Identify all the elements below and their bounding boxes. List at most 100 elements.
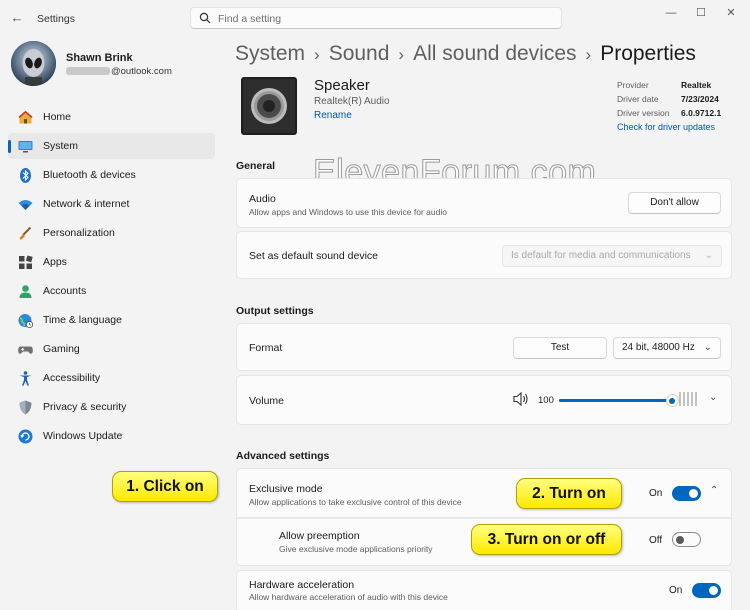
exclusive-mode-title: Exclusive mode: [249, 483, 323, 495]
avatar[interactable]: [11, 41, 56, 86]
driver-date-label: Driver date: [617, 94, 659, 104]
volume-value: 100: [538, 395, 554, 406]
globe-clock-icon: [18, 314, 34, 329]
volume-expand-chevron-icon[interactable]: ⌄: [709, 392, 717, 403]
wifi-icon: [18, 200, 33, 210]
alien-avatar-icon: [11, 41, 56, 86]
sidebar-nav: Home System Bluetooth & devices Network …: [8, 104, 215, 452]
advanced-heading: Advanced settings: [236, 450, 330, 462]
sidebar-item-personalization[interactable]: Personalization: [8, 220, 215, 246]
callout-turn-on-or-off: 3. Turn on or off: [471, 524, 622, 555]
check-driver-updates-link[interactable]: Check for driver updates: [617, 122, 715, 132]
close-button[interactable]: ✕: [716, 6, 746, 20]
active-indicator: [8, 140, 11, 153]
email-redaction: [66, 67, 110, 75]
hardware-acceleration-state: On: [669, 585, 683, 596]
sidebar-item-label: Accounts: [43, 285, 87, 297]
format-value: 24 bit, 48000 Hz: [622, 342, 695, 353]
chevron-down-icon: ⌄: [703, 342, 712, 353]
sidebar-item-label: Personalization: [43, 227, 115, 239]
speaker-volume-icon[interactable]: [513, 392, 529, 406]
sidebar-item-gaming[interactable]: Gaming: [8, 336, 215, 362]
provider-value: Realtek: [681, 80, 712, 90]
audio-title: Audio: [249, 193, 276, 205]
sidebar-item-label: Bluetooth & devices: [43, 169, 136, 181]
exclusive-mode-toggle[interactable]: [672, 486, 701, 501]
volume-title: Volume: [249, 395, 285, 407]
sidebar-item-time-language[interactable]: Time & language: [8, 307, 215, 333]
default-device-card: Set as default sound device Is default f…: [236, 231, 732, 279]
sidebar-item-label: Accessibility: [43, 372, 101, 384]
format-dropdown[interactable]: 24 bit, 48000 Hz ⌄: [613, 337, 721, 359]
device-name: Speaker: [314, 77, 370, 94]
general-heading: General: [236, 160, 276, 172]
hardware-acceleration-toggle[interactable]: [692, 583, 721, 598]
volume-card: Volume 100 ⌄: [236, 375, 732, 425]
exclusive-mode-card[interactable]: Exclusive mode Allow applications to tak…: [236, 468, 732, 518]
app-title: Settings: [37, 13, 75, 25]
minimize-button[interactable]: —: [656, 6, 686, 20]
dont-allow-button[interactable]: Don't allow: [628, 192, 721, 214]
callout-click-on: 1. Click on: [112, 471, 218, 502]
breadcrumb-system[interactable]: System: [235, 42, 305, 65]
gamepad-icon: [18, 346, 33, 354]
apps-icon: [19, 255, 33, 269]
sidebar-item-label: Home: [43, 111, 72, 123]
back-arrow-icon[interactable]: ←: [6, 9, 28, 27]
breadcrumb: System › Sound › All sound devices › Propertie…: [235, 42, 696, 66]
sidebar-item-home[interactable]: Home: [8, 104, 215, 130]
driver-version-value: 6.0.9712.1: [681, 108, 722, 118]
allow-preemption-title: Allow preemption: [279, 530, 360, 542]
breadcrumb-separator: ›: [314, 45, 320, 64]
breadcrumb-separator: ›: [585, 45, 592, 64]
chevron-up-icon[interactable]: ⌃: [710, 485, 718, 496]
profile-name: Shawn Brink: [66, 52, 133, 64]
search-input[interactable]: Find a setting: [190, 7, 562, 29]
person-icon: [19, 285, 32, 298]
sidebar-item-accessibility[interactable]: Accessibility: [8, 365, 215, 391]
audio-desc: Allow apps and Windows to use this devic…: [249, 207, 447, 217]
sidebar-item-label: Apps: [43, 256, 67, 268]
sidebar-item-label: Time & language: [43, 314, 122, 326]
breadcrumb-sound[interactable]: Sound: [329, 42, 390, 65]
sidebar-item-system[interactable]: System: [8, 133, 215, 159]
volume-meter: [679, 392, 701, 406]
driver-version-label: Driver version: [617, 108, 670, 118]
home-icon: [18, 110, 33, 124]
callout-text: 1. Click on: [126, 478, 204, 495]
profile-email: @outlook.com: [66, 66, 172, 77]
volume-slider-track[interactable]: [559, 394, 679, 407]
sidebar-item-apps[interactable]: Apps: [8, 249, 215, 275]
sidebar-item-bluetooth-devices[interactable]: Bluetooth & devices: [8, 162, 215, 188]
device-subtitle: Realtek(R) Audio: [314, 96, 390, 107]
breadcrumb-separator: ›: [398, 45, 405, 64]
exclusive-mode-desc: Allow applications to take exclusive con…: [249, 497, 462, 507]
title-bar: ← Settings Find a setting — ☐ ✕: [0, 0, 750, 36]
bluetooth-icon: [20, 168, 31, 183]
test-button[interactable]: Test: [513, 337, 607, 359]
sidebar-item-network-internet[interactable]: Network & internet: [8, 191, 215, 217]
hardware-acceleration-title: Hardware acceleration: [249, 579, 355, 591]
allow-preemption-toggle[interactable]: [672, 532, 701, 547]
hardware-acceleration-desc: Allow hardware acceleration of audio wit…: [249, 592, 448, 602]
output-heading: Output settings: [236, 305, 314, 317]
format-card: Format Test 24 bit, 48000 Hz ⌄: [236, 323, 732, 371]
volume-slider-thumb[interactable]: [665, 394, 679, 407]
chevron-down-icon: ⌄: [704, 250, 713, 261]
callout-text: 2. Turn on: [532, 485, 606, 502]
rename-link[interactable]: Rename: [314, 110, 352, 121]
email-suffix: @outlook.com: [111, 66, 172, 77]
default-device-title: Set as default sound device: [249, 250, 379, 262]
default-device-dropdown[interactable]: Is default for media and communications …: [502, 245, 722, 267]
sidebar-item-label: Gaming: [43, 343, 80, 355]
sidebar-item-windows-update[interactable]: Windows Update: [8, 423, 215, 449]
audio-card: Audio Allow apps and Windows to use this…: [236, 178, 732, 228]
hardware-acceleration-card: Hardware acceleration Allow hardware acc…: [236, 570, 732, 610]
volume-slider-fill: [559, 399, 672, 402]
allow-preemption-state: Off: [649, 535, 663, 546]
sidebar-item-accounts[interactable]: Accounts: [8, 278, 215, 304]
sidebar-item-label: Privacy & security: [43, 401, 127, 413]
sidebar-item-privacy-security[interactable]: Privacy & security: [8, 394, 215, 420]
breadcrumb-all-sound-devices[interactable]: All sound devices: [413, 42, 576, 65]
maximize-button[interactable]: ☐: [686, 6, 716, 20]
